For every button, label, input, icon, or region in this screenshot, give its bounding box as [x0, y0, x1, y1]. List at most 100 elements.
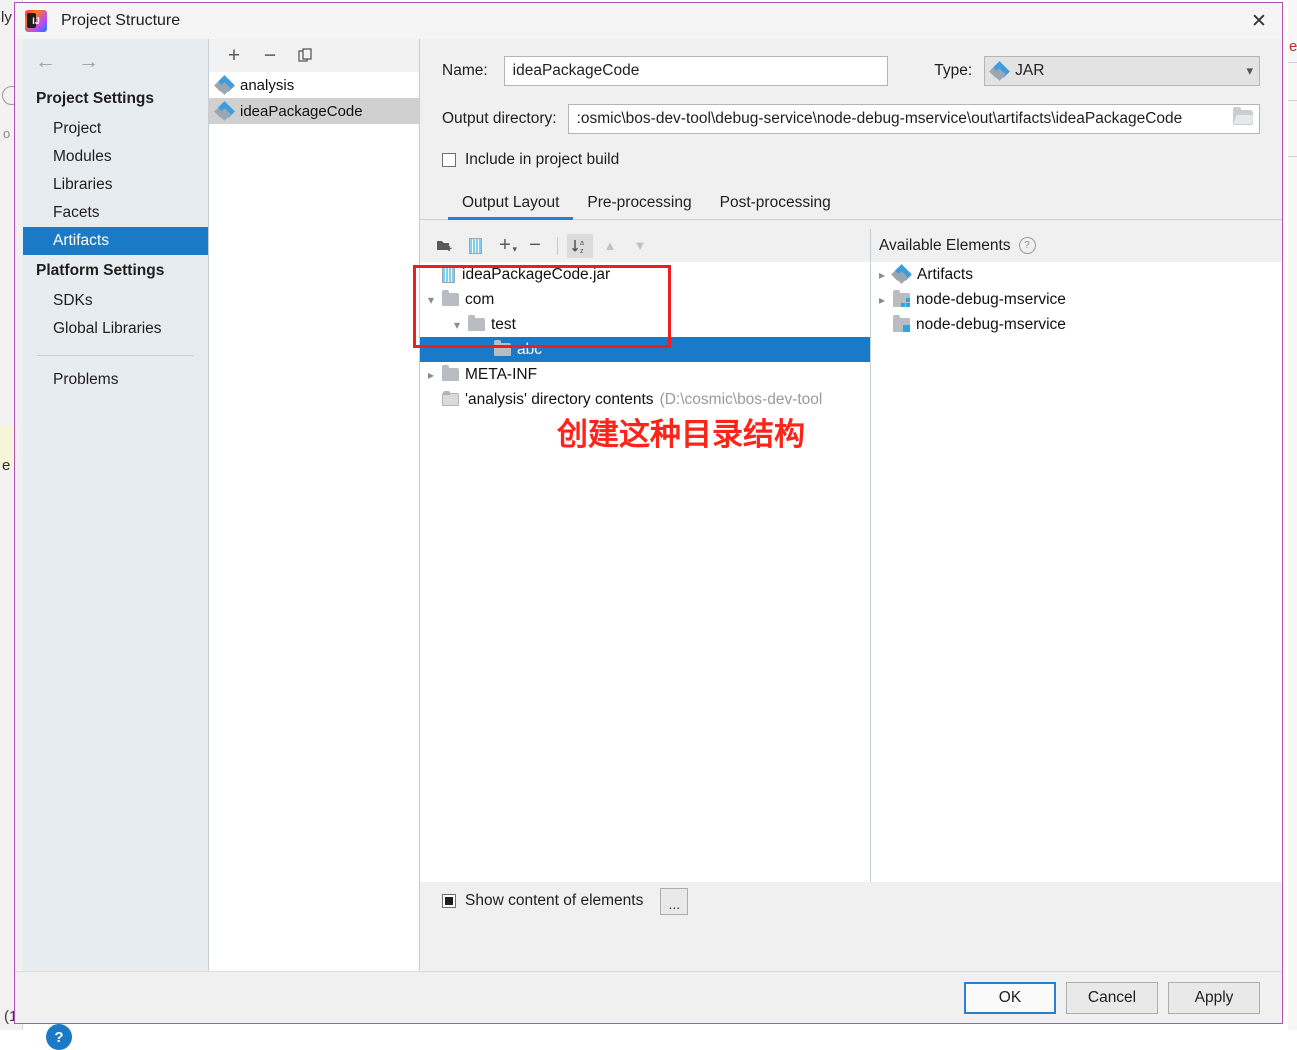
folder-icon: [494, 340, 511, 356]
sort-az-icon[interactable]: a z: [567, 233, 593, 258]
tree-row-label: abc: [517, 340, 542, 358]
add-artifact-button[interactable]: +: [221, 44, 247, 68]
sidebar-item-sdks[interactable]: SDKs: [23, 287, 208, 315]
available-elements-tree[interactable]: ▸ Artifacts ▸ node-debug-mservice node-d…: [871, 262, 1282, 915]
list-item[interactable]: node-debug-mservice: [871, 312, 1282, 337]
jar-icon[interactable]: [462, 234, 488, 258]
browse-folder-button[interactable]: [1233, 107, 1253, 130]
artifact-icon: [989, 60, 1011, 81]
include-in-build-row[interactable]: Include in project build: [420, 147, 1282, 173]
tab-pre-processing[interactable]: Pre-processing: [573, 194, 705, 219]
tree-row[interactable]: ▾ test: [420, 312, 870, 337]
list-item[interactable]: ▸ node-debug-mservice: [871, 287, 1282, 312]
available-elements-title: Available Elements: [879, 236, 1011, 254]
remove-artifact-button[interactable]: −: [257, 44, 283, 68]
arrow-up-icon[interactable]: ▲: [597, 234, 623, 258]
tree-row-label: ideaPackageCode.jar: [462, 265, 611, 283]
chevron-right-icon[interactable]: ▸: [871, 293, 893, 307]
layout-panes: + ▾ − a z ▲ ▼ ideaPackageCode.jar ▾ com …: [420, 229, 1282, 915]
chevron-down-icon[interactable]: ▾: [420, 293, 442, 307]
background-text-e-left: e: [2, 457, 11, 474]
arrow-right-icon[interactable]: →: [78, 51, 99, 72]
tree-row[interactable]: ▾ com: [420, 287, 870, 312]
background-right-divider-3: [1288, 156, 1297, 157]
artifact-list-panel: + − analysis ideaPackageCode: [209, 39, 420, 974]
artifact-list-item-label: ideaPackageCode: [240, 102, 363, 120]
artifact-name-input[interactable]: ideaPackageCode: [503, 56, 889, 86]
list-item-label: node-debug-mservice: [916, 290, 1066, 308]
include-in-build-label: Include in project build: [465, 151, 620, 168]
background-right-panel: [1288, 0, 1297, 1030]
show-content-options-button[interactable]: ...: [660, 887, 689, 915]
background-text-o: o: [3, 126, 11, 141]
tree-row-label: com: [465, 290, 495, 308]
artifact-icon: [214, 100, 235, 121]
list-item[interactable]: ▸ Artifacts: [871, 262, 1282, 287]
project-structure-dialog: Project Structure ✕ ← → Project Settings…: [14, 2, 1283, 1050]
output-layout-tree[interactable]: ideaPackageCode.jar ▾ com ▾ test abc ▸ M…: [420, 262, 870, 897]
output-directory-value: :osmic\bos-dev-tool\debug-service\node-d…: [576, 110, 1183, 127]
output-directory-label: Output directory:: [442, 110, 557, 127]
name-row: Name: ideaPackageCode Type: JAR ▾: [420, 53, 1282, 89]
cancel-button[interactable]: Cancel: [1066, 981, 1158, 1014]
minus-icon[interactable]: −: [522, 234, 548, 258]
chevron-right-icon[interactable]: ▸: [420, 368, 442, 382]
sidebar-item-libraries[interactable]: Libraries: [23, 171, 208, 199]
available-elements-pane: Available Elements ? ▸ Artifacts ▸ node-…: [871, 229, 1282, 915]
tree-row[interactable]: ideaPackageCode.jar: [420, 262, 870, 287]
dialog-titlebar: Project Structure ✕: [15, 3, 1282, 39]
arrow-down-icon[interactable]: ▼: [627, 234, 653, 258]
folder-icon: [442, 365, 459, 381]
tree-row[interactable]: ▸ META-INF: [420, 362, 870, 387]
close-icon[interactable]: ✕: [1236, 3, 1282, 39]
sidebar-divider: [37, 355, 194, 356]
settings-sidebar: ← → Project Settings Project Modules Lib…: [23, 39, 209, 1050]
output-directory-row: Output directory: :osmic\bos-dev-tool\de…: [420, 101, 1282, 137]
dialog-footer: OK Cancel Apply: [15, 971, 1282, 1023]
tab-post-processing[interactable]: Post-processing: [706, 194, 845, 219]
arrow-left-icon[interactable]: ←: [35, 51, 56, 72]
folder-add-icon[interactable]: [432, 234, 458, 258]
toolbar-divider: [557, 236, 558, 255]
tree-row-label: META-INF: [465, 365, 538, 383]
copy-artifact-button[interactable]: [293, 44, 319, 68]
folder-icon: [468, 315, 485, 331]
artifact-type-select[interactable]: JAR ▾: [984, 56, 1260, 86]
annotation-note: 创建这种目录结构: [557, 417, 805, 453]
intellij-idea-logo-icon: [25, 10, 47, 32]
available-elements-header: Available Elements ?: [871, 229, 1282, 262]
list-item-label: Artifacts: [917, 265, 973, 283]
apply-button[interactable]: Apply: [1168, 981, 1260, 1014]
tree-row-label: 'analysis' directory contents: [465, 390, 654, 408]
sidebar-item-facets[interactable]: Facets: [23, 199, 208, 227]
artifact-list-item-ideapackagecode[interactable]: ideaPackageCode: [209, 98, 419, 124]
output-directory-input[interactable]: :osmic\bos-dev-tool\debug-service\node-d…: [567, 104, 1260, 134]
artifact-editor: Name: ideaPackageCode Type: JAR ▾ Output…: [420, 39, 1282, 972]
artifact-type-value: JAR: [1015, 62, 1045, 79]
sidebar-item-artifacts[interactable]: Artifacts: [23, 227, 208, 255]
artifact-list-item-label: analysis: [240, 76, 295, 94]
artifact-list-toolbar: + −: [209, 39, 419, 72]
svg-text:z: z: [580, 248, 584, 255]
tab-output-layout[interactable]: Output Layout: [448, 194, 574, 220]
sidebar-item-problems[interactable]: Problems: [23, 366, 208, 394]
plus-dropdown-icon[interactable]: + ▾: [492, 234, 518, 258]
artifact-icon: [214, 74, 235, 95]
chevron-down-icon[interactable]: ▾: [446, 318, 468, 332]
sidebar-item-project[interactable]: Project: [23, 115, 208, 143]
sidebar-item-modules[interactable]: Modules: [23, 143, 208, 171]
artifact-list-item-analysis[interactable]: analysis: [209, 72, 419, 98]
background-text-e-right: e: [1289, 38, 1297, 55]
show-content-checkbox[interactable]: [442, 894, 456, 908]
sidebar-group-project-settings: Project Settings: [36, 90, 154, 107]
type-label: Type:: [934, 62, 973, 79]
question-mark-icon[interactable]: ?: [1018, 237, 1036, 254]
ok-button[interactable]: OK: [964, 981, 1056, 1014]
editor-tabs: Output Layout Pre-processing Post-proces…: [420, 185, 1282, 220]
help-button[interactable]: ?: [46, 1024, 72, 1050]
name-label: Name:: [442, 62, 488, 79]
include-in-build-checkbox[interactable]: [442, 153, 456, 167]
tree-row[interactable]: abc: [420, 337, 870, 362]
chevron-right-icon[interactable]: ▸: [871, 268, 893, 282]
sidebar-item-global-libraries[interactable]: Global Libraries: [23, 315, 208, 343]
